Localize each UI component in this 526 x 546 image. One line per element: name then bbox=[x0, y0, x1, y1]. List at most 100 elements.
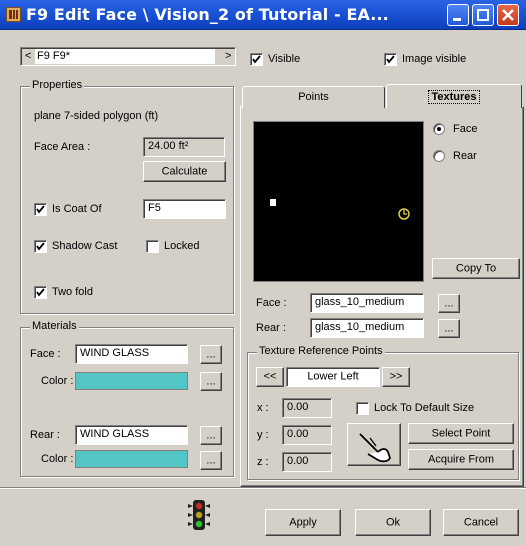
face-color-browse-label: ... bbox=[206, 375, 216, 387]
tab-points-label: Points bbox=[298, 91, 329, 103]
y-value: 0.00 bbox=[287, 428, 309, 440]
material-rear-value: WIND GLASS bbox=[80, 428, 150, 440]
app-icon[interactable] bbox=[6, 7, 21, 22]
locked-checkbox[interactable] bbox=[146, 240, 159, 253]
title-bar[interactable]: F9 Edit Face \ Vision_2 of Tutorial - EA… bbox=[0, 0, 526, 30]
material-face-label: Face : bbox=[30, 348, 61, 360]
calculate-button-label: Calculate bbox=[161, 165, 208, 177]
texture-rear-value: glass_10_medium bbox=[315, 321, 405, 333]
copy-to-button-label: Copy To bbox=[455, 262, 497, 274]
z-value: 0.00 bbox=[287, 455, 309, 467]
visible-checkbox[interactable] bbox=[250, 53, 263, 66]
cancel-button-label: Cancel bbox=[463, 516, 499, 528]
face-color-label: Color : bbox=[41, 375, 74, 387]
next-face-button[interactable]: > bbox=[225, 50, 231, 62]
face-color-browse-button[interactable]: ... bbox=[200, 372, 222, 391]
ok-button[interactable]: Ok bbox=[355, 509, 431, 536]
material-face-browse-label: ... bbox=[206, 348, 216, 360]
pointing-hand-icon[interactable] bbox=[347, 423, 401, 466]
select-point-label: Select Point bbox=[431, 427, 491, 439]
shadow-cast-label: Shadow Cast bbox=[52, 240, 118, 252]
texture-rear-browse-button[interactable]: ... bbox=[438, 319, 460, 338]
material-face-field[interactable]: WIND GLASS bbox=[75, 344, 188, 364]
ref-point-value: Lower Left bbox=[307, 370, 359, 383]
y-label: y : bbox=[257, 429, 269, 441]
lock-default-size-label: Lock To Default Size bbox=[374, 402, 475, 414]
face-selector-value: F9 F9* bbox=[37, 50, 71, 62]
texture-preview[interactable] bbox=[253, 121, 424, 282]
is-coat-of-field[interactable]: F5 bbox=[143, 199, 226, 219]
z-label: z : bbox=[257, 456, 269, 468]
texture-face-browse-button[interactable]: ... bbox=[438, 294, 460, 313]
z-field: 0.00 bbox=[282, 452, 332, 472]
two-fold-label: Two fold bbox=[52, 286, 93, 298]
x-value: 0.00 bbox=[287, 401, 309, 413]
texture-face-label: Face : bbox=[256, 297, 287, 309]
prev-face-button[interactable]: < bbox=[25, 50, 31, 62]
locked-label: Locked bbox=[164, 240, 200, 252]
texture-rear-field[interactable]: glass_10_medium bbox=[310, 318, 424, 338]
rear-color-label: Color : bbox=[41, 453, 74, 465]
material-rear-browse-label: ... bbox=[206, 429, 216, 441]
texture-face-browse-label: ... bbox=[444, 297, 454, 309]
lock-default-size-checkbox[interactable] bbox=[356, 402, 369, 415]
rear-color-swatch[interactable] bbox=[75, 450, 188, 468]
texture-face-field[interactable]: glass_10_medium bbox=[310, 293, 424, 313]
ref-next-label: >> bbox=[389, 370, 403, 383]
face-selector-field[interactable]: F9 F9* bbox=[35, 49, 215, 64]
tab-points[interactable]: Points bbox=[242, 86, 385, 108]
material-rear-field[interactable]: WIND GLASS bbox=[75, 425, 188, 445]
texture-face-radio-label: Face bbox=[453, 123, 478, 135]
two-fold-checkbox[interactable] bbox=[34, 286, 47, 299]
texture-marker-start bbox=[270, 199, 276, 206]
material-rear-label: Rear : bbox=[30, 429, 60, 441]
tab-textures-label: Textures bbox=[428, 90, 480, 104]
x-field: 0.00 bbox=[282, 398, 332, 418]
texture-face-value: glass_10_medium bbox=[315, 296, 405, 308]
apply-button-label: Apply bbox=[289, 516, 317, 528]
cancel-button[interactable]: Cancel bbox=[443, 509, 519, 536]
rear-color-browse-label: ... bbox=[206, 454, 216, 466]
calculate-button[interactable]: Calculate bbox=[143, 161, 226, 182]
ref-point-field: Lower Left bbox=[286, 367, 380, 387]
traffic-light-icon bbox=[186, 498, 212, 532]
texture-rear-radio[interactable] bbox=[433, 150, 445, 162]
face-area-value: 24.00 ft² bbox=[148, 140, 189, 152]
face-selector[interactable]: < F9 F9* > bbox=[20, 47, 236, 66]
apply-button[interactable]: Apply bbox=[265, 509, 341, 536]
x-label: x : bbox=[257, 402, 269, 414]
is-coat-of-checkbox[interactable] bbox=[34, 203, 47, 216]
visible-label: Visible bbox=[268, 53, 301, 65]
select-point-button[interactable]: Select Point bbox=[408, 423, 514, 444]
face-color-swatch[interactable] bbox=[75, 372, 188, 390]
face-area-field: 24.00 ft² bbox=[143, 137, 225, 157]
is-coat-of-value: F5 bbox=[148, 202, 161, 214]
tab-textures[interactable]: Textures bbox=[386, 84, 522, 108]
ok-button-label: Ok bbox=[385, 516, 401, 528]
material-rear-browse-button[interactable]: ... bbox=[200, 426, 222, 445]
texture-rear-label: Rear : bbox=[256, 322, 286, 334]
texture-rear-radio-label: Rear bbox=[453, 150, 477, 162]
face-area-label: Face Area : bbox=[34, 141, 91, 153]
minimize-icon[interactable] bbox=[447, 4, 469, 26]
properties-title: Properties bbox=[30, 79, 85, 91]
ref-prev-button[interactable]: << bbox=[256, 367, 284, 387]
close-icon[interactable] bbox=[497, 4, 519, 26]
y-field: 0.00 bbox=[282, 425, 332, 445]
ref-prev-label: << bbox=[263, 370, 277, 383]
material-face-value: WIND GLASS bbox=[80, 347, 150, 359]
material-face-browse-button[interactable]: ... bbox=[200, 345, 222, 364]
copy-to-button[interactable]: Copy To bbox=[432, 258, 520, 279]
image-visible-checkbox[interactable] bbox=[384, 53, 397, 66]
ref-next-button[interactable]: >> bbox=[382, 367, 410, 387]
window-title: F9 Edit Face \ Vision_2 of Tutorial - EA… bbox=[26, 5, 389, 24]
shadow-cast-checkbox[interactable] bbox=[34, 240, 47, 253]
is-coat-of-label: Is Coat Of bbox=[52, 203, 102, 215]
reference-points-title: Texture Reference Points bbox=[257, 345, 385, 357]
rear-color-browse-button[interactable]: ... bbox=[200, 451, 222, 470]
acquire-from-button[interactable]: Acquire From bbox=[408, 449, 514, 470]
image-visible-label: Image visible bbox=[402, 53, 467, 65]
footer-divider bbox=[0, 487, 526, 489]
texture-face-radio[interactable] bbox=[433, 123, 445, 135]
maximize-icon[interactable] bbox=[472, 4, 494, 26]
